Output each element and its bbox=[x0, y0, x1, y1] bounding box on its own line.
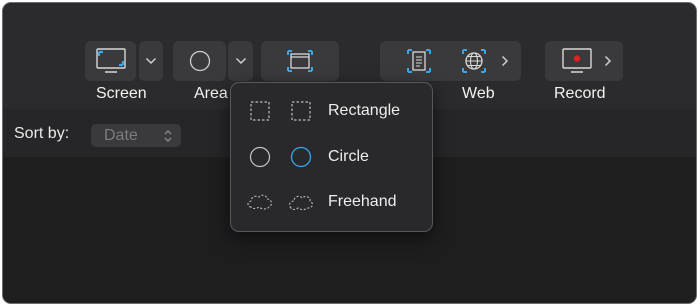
freehand-lasso-icon bbox=[289, 195, 313, 211]
menu-item-freehand[interactable]: Freehand bbox=[231, 180, 432, 224]
window-capture-button[interactable] bbox=[261, 41, 339, 81]
chevron-down-icon bbox=[145, 57, 157, 65]
chevron-down-icon bbox=[235, 57, 246, 65]
area-tool: Area bbox=[173, 41, 253, 102]
screen-label: Screen bbox=[96, 85, 147, 102]
record-button[interactable] bbox=[545, 41, 623, 81]
web-capture-button[interactable] bbox=[443, 41, 521, 81]
menu-item-circle[interactable]: Circle bbox=[231, 135, 432, 179]
up-down-chevron-icon bbox=[164, 129, 172, 142]
window-icon bbox=[287, 50, 313, 72]
sort-label: Sort by: bbox=[14, 125, 70, 142]
monitor-icon bbox=[95, 48, 126, 73]
sort-selected-value: Date bbox=[104, 126, 138, 144]
chevron-right-icon bbox=[604, 55, 612, 67]
menu-item-rectangle[interactable]: Rectangle bbox=[231, 89, 432, 133]
menu-item-label: Rectangle bbox=[328, 102, 401, 119]
area-mode-menu: Rectangle Circle Freehand bbox=[230, 82, 433, 232]
circle-selected-icon bbox=[290, 146, 312, 168]
record-tool: Record bbox=[545, 41, 623, 102]
area-capture-button[interactable] bbox=[173, 41, 226, 81]
circle-icon bbox=[189, 50, 210, 72]
rectangle-dashed-icon bbox=[250, 101, 270, 121]
screen-options-button[interactable] bbox=[139, 41, 163, 81]
menu-item-label: Freehand bbox=[328, 193, 397, 210]
menu-item-label: Circle bbox=[328, 148, 369, 165]
document-icon bbox=[407, 49, 431, 73]
circle-icon bbox=[249, 146, 271, 168]
chevron-right-icon bbox=[501, 55, 509, 67]
sort-select[interactable]: Date bbox=[91, 124, 181, 147]
web-tool: Web bbox=[443, 41, 521, 102]
screen-tool: Screen bbox=[85, 41, 163, 102]
app-window: Screen Area Web Record Sort by: Date Rec… bbox=[2, 2, 697, 304]
area-options-button[interactable] bbox=[228, 41, 253, 81]
record-label: Record bbox=[554, 85, 606, 102]
globe-icon bbox=[462, 49, 486, 73]
area-label: Area bbox=[194, 85, 228, 102]
window-tool bbox=[261, 41, 339, 81]
freehand-lasso-icon bbox=[247, 194, 272, 210]
web-label: Web bbox=[462, 85, 495, 102]
screen-capture-button[interactable] bbox=[85, 41, 136, 81]
record-icon bbox=[562, 48, 592, 73]
rectangle-dashed-icon bbox=[291, 101, 311, 121]
